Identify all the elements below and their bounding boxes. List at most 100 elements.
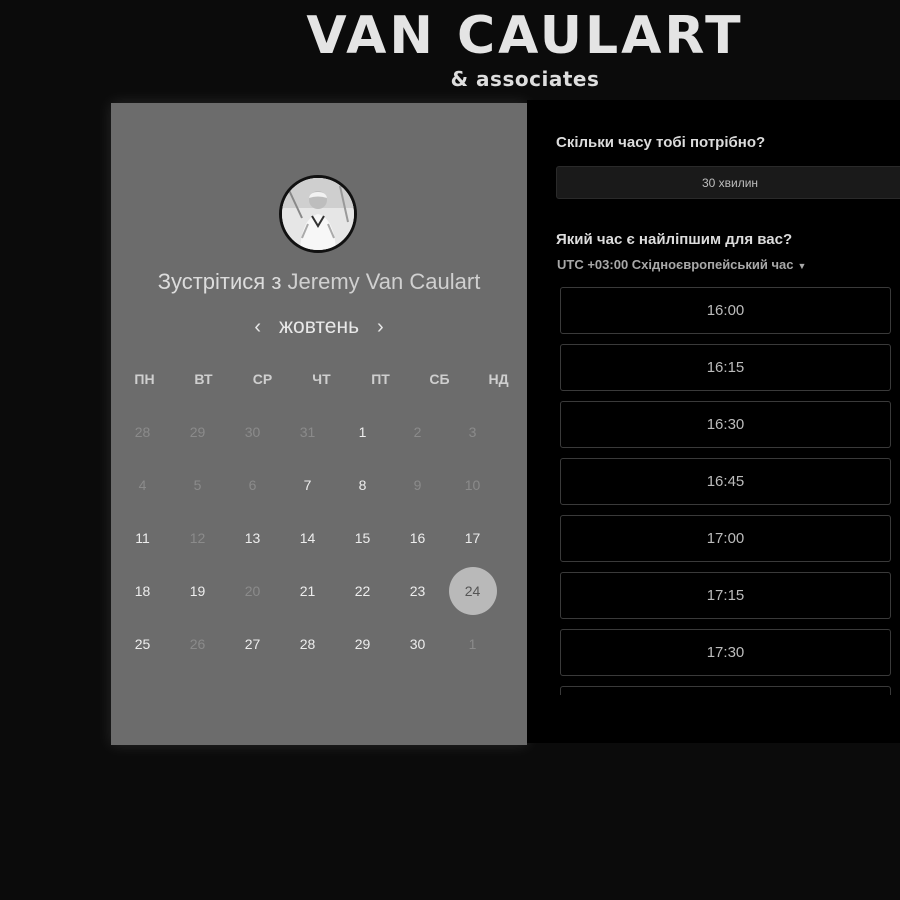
time-slot-button[interactable]: 17:15 [560,572,891,619]
timezone-label: UTC +03:00 Східноєвропейський час [557,257,794,272]
meeting-title: Зустрітися з Jeremy Van Caulart [111,269,527,295]
calendar-day[interactable]: 13 [225,511,280,564]
calendar-day[interactable]: 16 [390,511,445,564]
calendar-day-number: 28 [299,635,316,652]
calendar-day-number: 28 [134,423,151,440]
calendar-day-number: 5 [193,476,202,493]
calendar-day-number: 1 [468,635,477,652]
calendar-day-number: 3 [468,423,477,440]
time-question: Який час є найліпшим для вас? [556,231,793,248]
calendar-day[interactable]: 29 [335,617,390,670]
chevron-right-icon[interactable]: › [365,316,396,339]
calendar-day: 28 [115,405,170,458]
timezone-select[interactable]: UTC +03:00 Східноєвропейський час ▼ [557,257,806,272]
calendar-day-number: 18 [134,582,151,599]
duration-question: Скільки часу тобі потрібно? [556,134,766,151]
time-slot-button[interactable]: 16:45 [560,458,891,505]
calendar-day-number: 2 [413,423,422,440]
weekday-label: ЧТ [312,371,331,387]
time-slot-button[interactable]: 16:15 [560,344,891,391]
calendar-day[interactable]: 11 [115,511,170,564]
weekday-label: ПТ [371,371,390,387]
calendar-day: 9 [390,458,445,511]
time-slot-button[interactable]: 17:30 [560,629,891,676]
calendar-day-number: 29 [189,423,206,440]
calendar-day-selected[interactable]: 24 [445,564,500,617]
booking-options-panel: Скільки часу тобі потрібно? 30 хвилин Як… [527,100,900,743]
weekday-label: ВТ [194,371,213,387]
calendar-day: 29 [170,405,225,458]
calendar-day-number: 30 [409,635,426,652]
calendar-day-number: 26 [189,635,206,652]
calendar-day: 5 [170,458,225,511]
calendar-day[interactable]: 27 [225,617,280,670]
meeting-title-prefix: Зустрітися з [157,269,282,294]
calendar-day[interactable]: 8 [335,458,390,511]
time-slot-button[interactable] [560,686,891,695]
booking-page: VAN CAULART & associates Зустрітися з Je… [0,0,900,900]
time-slot-button[interactable]: 16:00 [560,287,891,334]
calendar-day: 31 [280,405,335,458]
calendar-day-number: 9 [413,476,422,493]
calendar-day-number: 6 [248,476,257,493]
calendar-day[interactable]: 1 [335,405,390,458]
calendar-day-number: 10 [464,476,481,493]
calendar-day-number: 8 [358,476,367,493]
weekday-label: НД [488,371,509,387]
calendar-day-number: 7 [303,476,312,493]
host-avatar [279,175,357,253]
calendar-day: 6 [225,458,280,511]
calendar-day: 10 [445,458,500,511]
calendar-day-number: 31 [299,423,316,440]
caret-down-icon: ▼ [797,261,807,271]
calendar-day-number: 13 [244,529,261,546]
calendar-day[interactable]: 17 [445,511,500,564]
calendar-day-number: 15 [354,529,371,546]
host-name: Jeremy Van Caulart [287,269,481,294]
calendar-day-number: 20 [244,582,261,599]
calendar-day[interactable]: 25 [115,617,170,670]
brand-logo-subtitle: & associates [450,67,600,91]
calendar-day-number: 14 [299,529,316,546]
duration-select[interactable]: 30 хвилин [556,166,900,199]
calendar-day: 26 [170,617,225,670]
calendar-day-number: 1 [358,423,367,440]
calendar-day: 2 [390,405,445,458]
time-slot-button[interactable]: 17:00 [560,515,891,562]
calendar-day-number: 11 [135,529,150,546]
chevron-left-icon[interactable]: ‹ [242,316,273,339]
calendar-day[interactable]: 28 [280,617,335,670]
calendar-day[interactable]: 15 [335,511,390,564]
calendar-day: 1 [445,617,500,670]
calendar-day[interactable]: 21 [280,564,335,617]
calendar-day-number: 25 [134,635,151,652]
host-photo [282,178,354,250]
calendar-day-number: 4 [138,476,147,493]
calendar-day[interactable]: 18 [115,564,170,617]
calendar-day-number: 17 [464,529,481,546]
calendar-day[interactable]: 7 [280,458,335,511]
calendar-day-number: 29 [354,635,371,652]
calendar-day: 20 [225,564,280,617]
calendar-day: 30 [225,405,280,458]
calendar-day: 12 [170,511,225,564]
calendar-day-number: 23 [409,582,426,599]
month-label: жовтень [278,315,360,338]
calendar-day[interactable]: 19 [170,564,225,617]
calendar-day-number: 21 [299,582,316,599]
calendar-day[interactable]: 30 [390,617,445,670]
calendar-day-number: 30 [244,423,261,440]
calendar-day[interactable]: 22 [335,564,390,617]
calendar-day: 4 [115,458,170,511]
time-slot-list[interactable]: 16:00 16:15 16:30 16:45 17:00 17:15 17:30 [560,287,900,695]
time-slot-button[interactable]: 16:30 [560,401,891,448]
weekday-label: СБ [429,371,450,387]
calendar-day[interactable]: 23 [390,564,445,617]
calendar-day-number: 24 [448,566,497,615]
calendar-day-number: 16 [409,529,426,546]
calendar-day[interactable]: 14 [280,511,335,564]
weekday-label: СР [252,371,273,387]
weekday-header: ПН ВТ СР ЧТ ПТ СБ НД [115,371,525,387]
calendar-days-grid: 28 29 30 31 1 2 3 4 5 6 7 8 9 10 11 12 13 14 15 16 17 18 19 20 2… [115,405,525,670]
calendar-day: 3 [445,405,500,458]
